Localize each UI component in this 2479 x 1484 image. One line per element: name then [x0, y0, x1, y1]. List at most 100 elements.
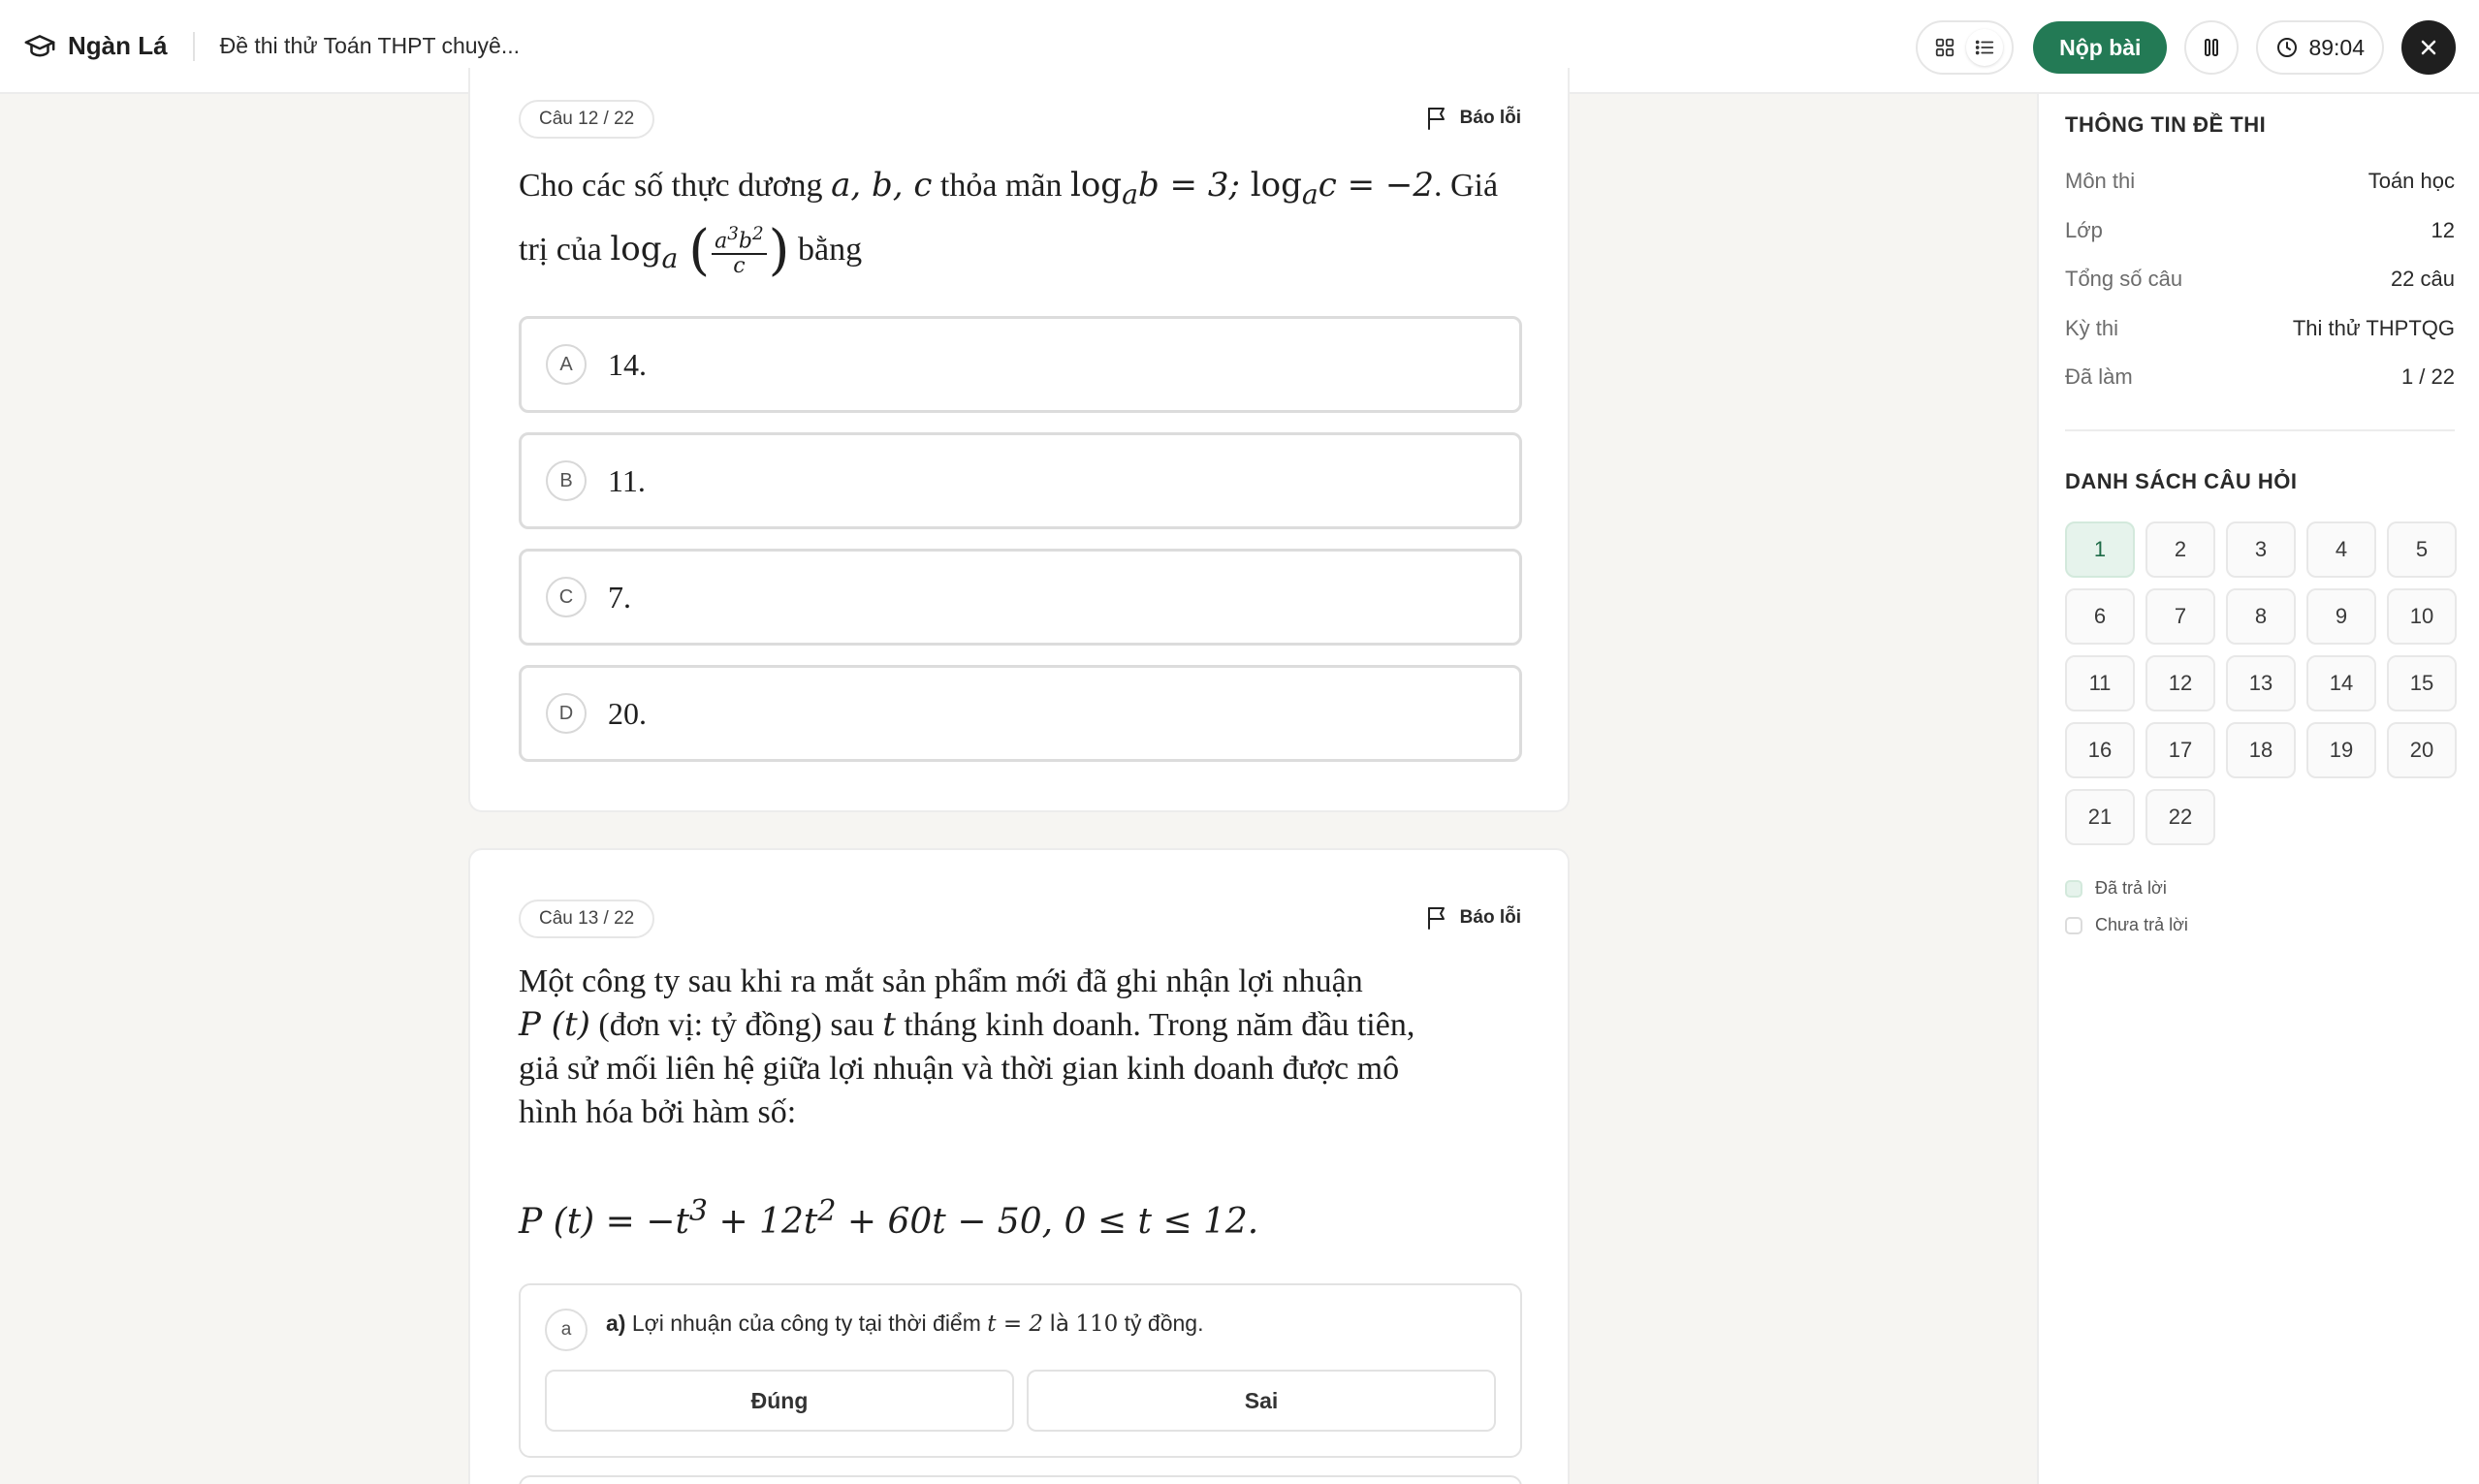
report-button[interactable]: Báo lỗi	[1425, 106, 1521, 131]
question-list-title: DANH SÁCH CÂU HỎI	[2065, 469, 2298, 493]
question-text-part: Cho các số thực dương	[519, 168, 823, 204]
info-key: Tổng số câu	[2065, 267, 2183, 291]
brand[interactable]: Ngàn Lá	[23, 30, 168, 63]
question-nav-button[interactable]: 18	[2226, 722, 2296, 778]
question-nav-button[interactable]: 4	[2306, 521, 2376, 578]
math-formula: P (t) = −t3 + 12t2 + 60t − 50, 0 ≤ t ≤ 1…	[519, 1194, 1259, 1242]
pause-icon	[2205, 39, 2219, 56]
grid-icon	[1936, 38, 1955, 57]
question-nav-button[interactable]: 21	[2065, 789, 2135, 845]
question-nav-button[interactable]: 15	[2387, 655, 2457, 711]
question-nav-button[interactable]: 2	[2145, 521, 2215, 578]
info-value: Thi thử THPTQG	[2292, 316, 2455, 340]
question-nav-button[interactable]: 6	[2065, 588, 2135, 645]
option-letter: D	[546, 693, 587, 734]
info-title: THÔNG TIN ĐỀ THI	[2065, 112, 2267, 137]
info-value: 1 / 22	[2400, 364, 2455, 389]
question-nav-button[interactable]: 17	[2145, 722, 2215, 778]
question-nav-button[interactable]: 5	[2387, 521, 2457, 578]
info-row: Đã làm 1 / 22	[2065, 364, 2455, 390]
question-nav-button[interactable]: 19	[2306, 722, 2376, 778]
sidebar-divider	[2065, 429, 2455, 431]
question-line-2: P (t) (đơn vị: tỷ đồng) sau t tháng kinh…	[519, 1003, 1508, 1047]
grid-view-button[interactable]	[1926, 29, 1963, 66]
option-text: 7.	[608, 579, 631, 615]
sub-question-a: a a) Lợi nhuận của công ty tại thời điểm…	[519, 1283, 1522, 1458]
info-value: 12	[2431, 218, 2455, 242]
sub-question-label: a)	[606, 1310, 626, 1336]
question-line-1: Một công ty sau khi ra mắt sản phẩm mới …	[519, 963, 1363, 999]
sub-question-text: a) Lợi nhuận của công ty tại thời điểm t…	[606, 1310, 1203, 1337]
flag-icon	[1427, 907, 1445, 930]
sub-question-text-part: Lợi nhuận của công ty tại thời điểm	[631, 1310, 981, 1336]
question-text-part: . Giá	[1433, 168, 1499, 204]
sub-question-letter: a	[545, 1309, 588, 1351]
sub-question-text-part: là	[1049, 1311, 1069, 1337]
question-nav-button[interactable]: 7	[2145, 588, 2215, 645]
flag-icon	[1427, 108, 1445, 130]
question-nav-button[interactable]: 9	[2306, 588, 2376, 645]
option-a[interactable]: A 14.	[519, 316, 1522, 413]
question-card-12: Câu 12 / 22 Báo lỗi Cho các số thực dươn…	[468, 68, 1570, 812]
option-d[interactable]: D 20.	[519, 665, 1522, 762]
option-b[interactable]: B 11.	[519, 432, 1522, 529]
question-text: Một công ty sau khi ra mắt sản phẩm mới …	[519, 960, 1508, 1134]
false-button[interactable]: Sai	[1027, 1370, 1496, 1432]
question-text: Cho các số thực dương a, b, c thỏa mãn l…	[519, 158, 1508, 286]
question-text-part: trị của	[519, 231, 602, 268]
close-icon	[2421, 40, 2436, 55]
exam-title: Đề thi thử Toán THPT chuyê...	[219, 33, 521, 58]
math-expression: loga (a3b2 c)	[610, 218, 790, 282]
question-nav-button[interactable]: 11	[2065, 655, 2135, 711]
question-nav-button[interactable]: 13	[2226, 655, 2296, 711]
math-variables: a, b, c	[831, 166, 933, 205]
question-nav-button[interactable]: 14	[2306, 655, 2376, 711]
close-button[interactable]	[2401, 20, 2456, 75]
option-text: 11.	[608, 462, 646, 498]
clock-icon	[2277, 38, 2298, 57]
option-text: 14.	[608, 346, 647, 382]
option-letter: A	[546, 344, 587, 385]
question-nav-button[interactable]: 12	[2145, 655, 2215, 711]
graduation-cap-icon	[24, 34, 55, 56]
question-navigator: 1 2 3 4 5 6 7 8 9 10 11 12 13 14 15 16 17 18 19 20 21 22	[2065, 521, 2457, 845]
question-line-3: giả sử mối liên hệ giữa lợi nhuận và thờ…	[519, 1051, 1400, 1087]
math-condition: logab = 3; logac = −2	[1069, 166, 1434, 210]
info-key: Môn thi	[2065, 169, 2136, 193]
question-line-1: Cho các số thực dương a, b, c thỏa mãn l…	[519, 158, 1508, 222]
question-line-2: trị của loga (a3b2 c) bằng	[519, 222, 1508, 286]
legend-swatch	[2065, 916, 2082, 934]
sub-question-text-part: tỷ đồng.	[1124, 1310, 1204, 1336]
timer-value: 89:04	[2308, 34, 2365, 60]
info-value: 22 câu	[2390, 267, 2455, 291]
legend-unanswered: Chưa trả lời	[2065, 915, 2188, 935]
submit-button[interactable]: Nộp bài	[2033, 21, 2168, 74]
brand-name: Ngàn Lá	[68, 31, 168, 60]
legend-answered: Đã trả lời	[2065, 878, 2167, 899]
question-text-part: tháng kinh doanh. Trong năm đầu tiên,	[904, 1007, 1415, 1043]
list-icon	[1975, 40, 1994, 55]
question-nav-button[interactable]: 22	[2145, 789, 2215, 845]
report-button[interactable]: Báo lỗi	[1425, 905, 1521, 931]
question-nav-button[interactable]: 8	[2226, 588, 2296, 645]
question-nav-button[interactable]: 10	[2387, 588, 2457, 645]
option-c[interactable]: C 7.	[519, 549, 1522, 646]
math-inline: t = 2	[987, 1311, 1044, 1337]
header-divider	[192, 31, 195, 61]
question-counter: Câu 12 / 22	[519, 100, 655, 139]
info-row: Môn thi Toán học	[2065, 169, 2455, 194]
question-nav-button[interactable]: 1	[2065, 521, 2135, 578]
info-row: Lớp 12	[2065, 218, 2455, 243]
question-nav-button[interactable]: 16	[2065, 722, 2135, 778]
question-nav-button[interactable]: 20	[2387, 722, 2457, 778]
question-counter: Câu 13 / 22	[519, 900, 655, 938]
info-row: Tổng số câu 22 câu	[2065, 267, 2455, 292]
true-button[interactable]: Đúng	[545, 1370, 1014, 1432]
option-letter: B	[546, 460, 587, 501]
info-key: Kỳ thi	[2065, 316, 2119, 340]
question-text-part: thỏa mãn	[939, 168, 1063, 204]
question-nav-button[interactable]: 3	[2226, 521, 2296, 578]
pause-button[interactable]	[2184, 20, 2240, 75]
math-inline: 110	[1075, 1311, 1119, 1337]
list-view-button[interactable]	[1965, 29, 2003, 66]
